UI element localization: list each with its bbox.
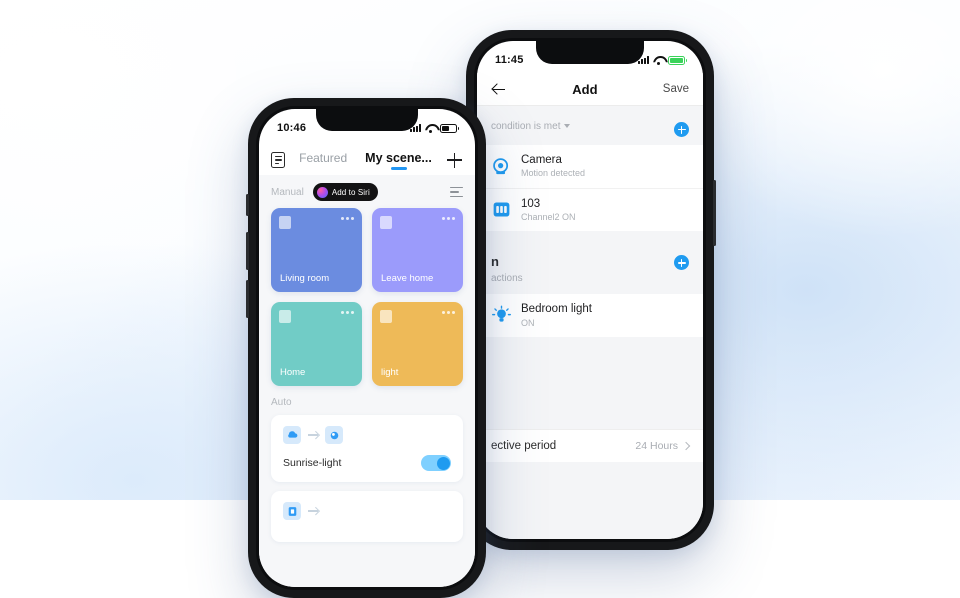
auto-toggle[interactable] (421, 455, 451, 471)
more-dots-icon[interactable] (341, 217, 354, 220)
condition-section-label: condition is met (491, 120, 571, 135)
auto-card-second[interactable] (271, 491, 463, 542)
arrow-right-icon (308, 434, 318, 436)
manual-section-header: Manual Add to Siri (259, 175, 475, 208)
table-row[interactable]: 103 Channel2 ON (477, 189, 703, 232)
more-dots-icon[interactable] (341, 311, 354, 314)
status-icons (638, 55, 687, 65)
bulb-icon (491, 305, 512, 326)
front-phone-body: Manual Add to Siri Living room Leave hom… (259, 175, 475, 587)
action-list: Bedroom light ON (477, 294, 703, 337)
scene-grid: Living room Leave home Home light (259, 208, 475, 386)
auto-item-name: Sunrise-light (283, 457, 342, 469)
manual-left-group: Manual Add to Siri (271, 183, 378, 201)
row-text: Camera Motion detected (521, 153, 585, 180)
notch (316, 109, 418, 131)
row-title: Bedroom light (521, 303, 592, 316)
scene-card-living-room[interactable]: Living room (271, 208, 362, 292)
tab-bar: Featured My scene... (291, 151, 440, 170)
add-action-button[interactable] (674, 255, 689, 271)
device-icon (283, 502, 301, 520)
back-phone-screen: 11:45 Add Save condition is met Camera M… (477, 41, 703, 539)
scene-name: light (381, 367, 399, 378)
front-phone-device: 10:46 Featured My scene... Manual Add to… (246, 98, 486, 598)
arrow-right-icon (308, 510, 318, 512)
manual-label: Manual (271, 186, 304, 198)
chevron-right-icon (681, 441, 691, 451)
action-section-title: n (491, 254, 499, 270)
front-header: Featured My scene... (259, 141, 475, 175)
scene-icon (279, 216, 291, 229)
auto-icon-row (283, 426, 451, 444)
save-button[interactable]: Save (663, 83, 689, 95)
chevron-down-icon[interactable] (564, 124, 571, 129)
tab-my-scenes[interactable]: My scene... (365, 151, 432, 170)
back-phone-device: 11:45 Add Save condition is met Camera M… (466, 30, 716, 550)
sunrise-cloud-icon (283, 426, 301, 444)
scene-name: Living room (280, 273, 330, 284)
row-title: Camera (521, 154, 562, 166)
row-title: 103 (521, 197, 541, 210)
action-section-label: n actions (491, 253, 523, 286)
effective-period-value: 24 Hours (635, 439, 678, 452)
status-time: 11:45 (495, 54, 524, 66)
effective-period-row[interactable]: ective period 24 Hours (477, 428, 703, 462)
scene-icon (380, 310, 392, 323)
mute-switch[interactable] (246, 194, 249, 216)
back-navbar: Add Save (477, 73, 703, 106)
light-icon (325, 426, 343, 444)
scene-name: Home (280, 367, 306, 378)
add-to-siri-button[interactable]: Add to Siri (312, 183, 378, 201)
row-subtitle: Channel2 ON (521, 211, 576, 222)
notch (536, 41, 644, 64)
list-icon[interactable] (271, 152, 285, 168)
back-phone-body: condition is met Camera Motion detected (477, 106, 703, 539)
more-dots-icon[interactable] (442, 217, 455, 220)
switch-panel-icon (491, 199, 512, 220)
auto-footer: Sunrise-light (283, 455, 451, 471)
camera-icon (491, 156, 512, 177)
row-subtitle: ON (521, 317, 535, 328)
table-row[interactable]: Camera Motion detected (477, 145, 703, 189)
toggle-knob (436, 456, 450, 470)
effective-period-label: ective period (491, 439, 557, 452)
page-title: Add (572, 81, 598, 97)
condition-list: Camera Motion detected 103 Channel2 ON (477, 145, 703, 232)
wifi-icon (425, 124, 436, 133)
scene-card-leave-home[interactable]: Leave home (372, 208, 463, 292)
auto-section-label: Auto (271, 397, 292, 408)
add-to-siri-label: Add to Siri (331, 187, 370, 197)
status-time: 10:46 (277, 122, 307, 134)
row-subtitle: Motion detected (521, 168, 586, 179)
action-section-header: n actions (477, 231, 703, 294)
row-text: Bedroom light ON (521, 302, 592, 329)
siri-orb-icon (316, 186, 328, 198)
scene-icon (380, 216, 392, 229)
status-icons (410, 123, 459, 133)
scene-name: Leave home (381, 273, 434, 284)
scene-card-home[interactable]: Home (271, 302, 362, 386)
more-dots-icon[interactable] (442, 311, 455, 314)
battery-charging-icon (668, 55, 687, 65)
volume-down-button[interactable] (246, 280, 249, 318)
row-text: 103 Channel2 ON (521, 197, 576, 224)
front-phone-screen: 10:46 Featured My scene... Manual Add to… (259, 109, 475, 587)
battery-icon (440, 123, 459, 133)
sort-icon[interactable] (450, 186, 463, 198)
auto-icon-row (283, 502, 451, 520)
add-scene-button[interactable] (446, 152, 463, 169)
action-section-sub: actions (491, 272, 523, 284)
effective-period-value-wrap: 24 Hours (635, 439, 691, 452)
add-condition-button[interactable] (674, 122, 689, 137)
table-row[interactable]: Bedroom light ON (477, 294, 703, 337)
power-button[interactable] (713, 180, 716, 246)
tab-featured[interactable]: Featured (299, 151, 347, 170)
back-arrow-icon[interactable] (491, 81, 507, 97)
scene-card-light[interactable]: light (372, 302, 463, 386)
volume-up-button[interactable] (246, 232, 249, 270)
condition-section-header: condition is met (477, 106, 703, 145)
wifi-icon (653, 56, 664, 65)
auto-card-sunrise-light[interactable]: Sunrise-light (271, 415, 463, 482)
scene-icon (279, 310, 291, 323)
